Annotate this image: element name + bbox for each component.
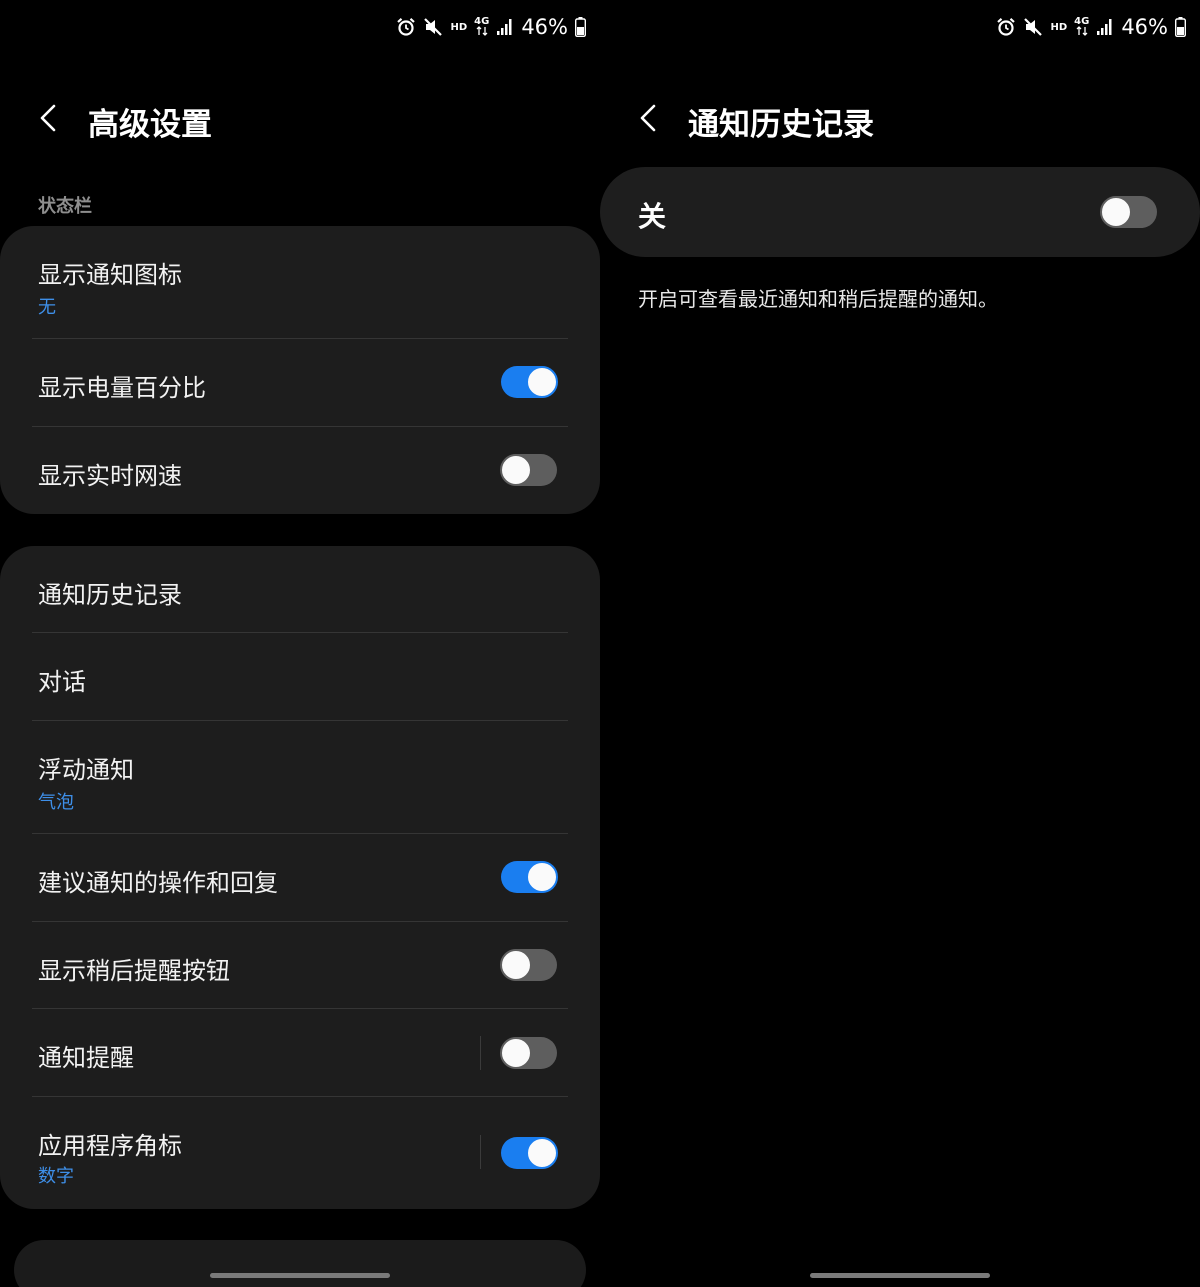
vertical-divider bbox=[480, 1036, 481, 1070]
advanced-settings-screen: HD 4G 46% 高级设置 状态栏 显示通知图标 无 显示电量百分比 显示实时… bbox=[0, 0, 600, 1287]
status-bar: HD 4G 46% bbox=[396, 14, 586, 40]
mute-icon bbox=[424, 18, 443, 36]
battery-icon bbox=[1175, 17, 1186, 37]
signal-icon bbox=[1097, 19, 1112, 35]
setting-title: 浮动通知 bbox=[38, 756, 134, 784]
network-type: 4G bbox=[1074, 16, 1090, 36]
setting-title: 对话 bbox=[38, 668, 86, 696]
page-title: 通知历史记录 bbox=[688, 107, 874, 143]
back-icon[interactable] bbox=[636, 100, 666, 136]
setting-value: 数字 bbox=[38, 1166, 74, 1187]
setting-row-network-speed[interactable]: 显示实时网速 bbox=[0, 427, 600, 514]
setting-value: 气泡 bbox=[38, 792, 74, 813]
alarm-icon bbox=[397, 17, 416, 36]
master-switch-label: 关 bbox=[638, 200, 667, 233]
toggle-knob bbox=[526, 861, 558, 893]
alarm-icon bbox=[997, 17, 1016, 36]
setting-title: 显示通知图标 bbox=[38, 261, 182, 289]
setting-title: 应用程序角标 bbox=[38, 1132, 182, 1160]
hd-badge: HD bbox=[1050, 21, 1068, 33]
network-speed-toggle[interactable] bbox=[500, 454, 557, 486]
master-switch-card[interactable]: 关 bbox=[600, 167, 1200, 257]
battery-percentage-toggle[interactable] bbox=[501, 366, 558, 398]
back-icon[interactable] bbox=[36, 100, 66, 136]
setting-row-battery-percentage[interactable]: 显示电量百分比 bbox=[0, 339, 600, 427]
toggle-knob bbox=[500, 949, 532, 981]
battery-percent: 46% bbox=[521, 15, 568, 39]
description-text: 开启可查看最近通知和稍后提醒的通知。 bbox=[638, 287, 998, 311]
toggle-knob bbox=[500, 454, 532, 486]
suggested-actions-toggle[interactable] bbox=[501, 861, 558, 893]
setting-title: 显示实时网速 bbox=[38, 462, 182, 490]
notification-reminders-toggle[interactable] bbox=[500, 1037, 557, 1069]
vertical-divider bbox=[480, 1135, 481, 1169]
setting-title: 显示电量百分比 bbox=[38, 374, 206, 402]
setting-title: 通知提醒 bbox=[38, 1044, 134, 1072]
header: 通知历史记录 bbox=[600, 92, 1200, 148]
setting-row-suggested-actions[interactable]: 建议通知的操作和回复 bbox=[0, 834, 600, 922]
app-icon-badges-toggle[interactable] bbox=[501, 1137, 558, 1169]
notification-settings-card: 通知历史记录 对话 浮动通知 气泡 建议通知的操作和回复 显示稍后提醒按钮 通知… bbox=[0, 546, 600, 1209]
data-arrows-icon bbox=[476, 26, 488, 36]
setting-row-floating-notifications[interactable]: 浮动通知 气泡 bbox=[0, 721, 600, 834]
setting-row-snooze-button[interactable]: 显示稍后提醒按钮 bbox=[0, 922, 600, 1009]
header: 高级设置 bbox=[0, 92, 600, 148]
hd-badge: HD bbox=[450, 21, 468, 33]
setting-title: 显示稍后提醒按钮 bbox=[38, 957, 230, 985]
toggle-knob bbox=[526, 1137, 558, 1169]
home-indicator[interactable] bbox=[210, 1273, 390, 1278]
network-type-label: 4G bbox=[474, 16, 490, 27]
setting-row-notification-history[interactable]: 通知历史记录 bbox=[0, 546, 600, 633]
data-arrows-icon bbox=[1076, 26, 1088, 36]
battery-icon bbox=[575, 17, 586, 37]
toggle-knob bbox=[1100, 196, 1132, 228]
setting-row-conversations[interactable]: 对话 bbox=[0, 633, 600, 721]
network-type: 4G bbox=[474, 16, 490, 36]
signal-icon bbox=[497, 19, 512, 35]
page-title: 高级设置 bbox=[88, 107, 212, 143]
mute-icon bbox=[1024, 18, 1043, 36]
setting-row-notification-reminders[interactable]: 通知提醒 bbox=[0, 1009, 600, 1097]
notification-history-toggle[interactable] bbox=[1100, 196, 1157, 228]
toggle-knob bbox=[526, 366, 558, 398]
section-label-status-bar: 状态栏 bbox=[38, 196, 92, 217]
snooze-button-toggle[interactable] bbox=[500, 949, 557, 981]
next-settings-card bbox=[14, 1240, 586, 1287]
notification-history-screen: HD 4G 46% 通知历史记录 关 开启可查看最近通知和稍后提醒的通知。 bbox=[600, 0, 1200, 1287]
network-type-label: 4G bbox=[1074, 16, 1090, 27]
toggle-knob bbox=[500, 1037, 532, 1069]
setting-title: 通知历史记录 bbox=[38, 581, 182, 609]
setting-title: 建议通知的操作和回复 bbox=[38, 869, 278, 897]
status-bar-settings-card: 显示通知图标 无 显示电量百分比 显示实时网速 bbox=[0, 226, 600, 514]
setting-row-notification-icons[interactable]: 显示通知图标 无 bbox=[0, 226, 600, 339]
home-indicator[interactable] bbox=[810, 1273, 990, 1278]
setting-value: 无 bbox=[38, 297, 56, 318]
setting-row-app-icon-badges[interactable]: 应用程序角标 数字 bbox=[0, 1097, 600, 1209]
battery-percent: 46% bbox=[1121, 15, 1168, 39]
status-bar: HD 4G 46% bbox=[996, 14, 1186, 40]
